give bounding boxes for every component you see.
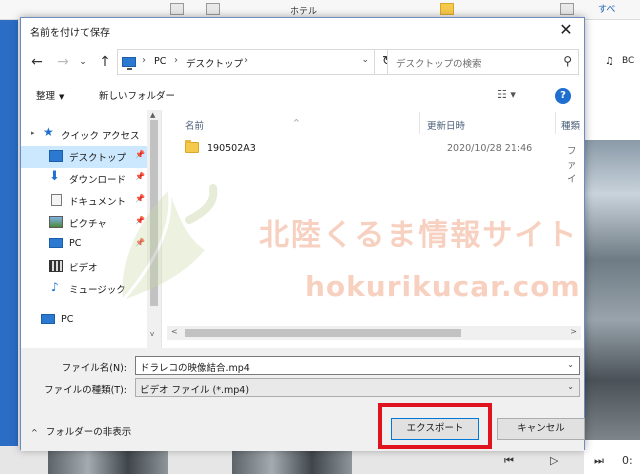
- organize-menu[interactable]: 整理 ▼: [36, 88, 64, 102]
- ribbon-folder-icon: [440, 3, 454, 15]
- save-as-dialog: 名前を付けて保存 ✕ ← → ⌄ ↑ › PC › デスクトップ › ⌄ ↻ デ…: [20, 17, 585, 451]
- ribbon-text: ホテル: [290, 7, 318, 17]
- breadcrumb-pc[interactable]: PC: [154, 56, 166, 67]
- view-options-icon[interactable]: ☷ ▾: [497, 88, 516, 101]
- recent-locations-dropdown[interactable]: ⌄: [73, 52, 93, 72]
- hide-folders-label: フォルダーの非表示: [45, 427, 132, 438]
- filetype-select[interactable]: ビデオ ファイル (*.mp4) ⌄: [135, 378, 580, 397]
- ribbon-icon: [560, 3, 574, 15]
- column-label: 更新日時: [427, 121, 466, 132]
- address-dropdown-icon[interactable]: ⌄: [361, 55, 369, 65]
- video-thumbnail: [232, 448, 352, 474]
- video-icon: [49, 260, 63, 272]
- column-label: 種類: [561, 121, 581, 132]
- filename-value: ドラレコの映像結合.mp4: [140, 363, 250, 374]
- column-label: 名前: [185, 121, 205, 132]
- hide-folders-button[interactable]: ^ フォルダーの非表示: [31, 424, 131, 438]
- chevron-down-icon[interactable]: ⌄: [567, 360, 574, 369]
- watermark-url: hokurikucar.com: [305, 270, 581, 303]
- watermark-title: 北陸くるま情報サイト: [259, 218, 579, 253]
- forward-button[interactable]: →: [53, 52, 73, 72]
- video-thumbnail: [48, 448, 168, 474]
- file-type: ファイ: [567, 146, 577, 185]
- tree-label: クイック アクセス: [61, 131, 140, 142]
- file-name: 190502A3: [207, 143, 256, 154]
- previous-icon: ⏮: [504, 454, 514, 467]
- close-button[interactable]: ✕: [548, 18, 584, 44]
- pin-icon: 📌: [135, 150, 145, 159]
- ribbon-icon: [170, 3, 184, 15]
- tree-item-quick-access[interactable]: ▸ ★ クイック アクセス: [21, 124, 147, 146]
- organize-label: 整理: [36, 91, 56, 102]
- ribbon-icon: [206, 3, 220, 15]
- background-top-right-text: すべ: [598, 5, 616, 15]
- pc-icon: [49, 238, 63, 248]
- filetype-value: ビデオ ファイル (*.mp4): [140, 385, 250, 396]
- pc-icon: [41, 314, 55, 324]
- music-icon: ♫: [605, 56, 614, 67]
- back-button[interactable]: ←: [27, 52, 47, 72]
- background-music-text: BC: [622, 56, 635, 66]
- search-placeholder: デスクトップの検索: [396, 59, 482, 70]
- scrollbar-thumb[interactable]: [185, 329, 461, 337]
- address-bar[interactable]: › PC › デスクトップ › ⌄: [117, 49, 375, 75]
- help-icon[interactable]: ?: [555, 88, 571, 104]
- new-folder-button[interactable]: 新しいフォルダー: [99, 88, 175, 102]
- title-bar: 名前を付けて保存 ✕: [21, 18, 584, 44]
- document-icon: [51, 194, 62, 206]
- filetype-label: ファイルの種類(T):: [44, 385, 127, 396]
- tree-label: ピクチャ: [69, 219, 107, 230]
- breadcrumb-desktop[interactable]: デスクトップ: [186, 56, 243, 70]
- search-icon[interactable]: ⚲: [563, 54, 572, 68]
- picture-icon: [49, 216, 63, 228]
- watermark-logo: [121, 184, 218, 301]
- file-modified: 2020/10/28 21:46: [447, 143, 533, 154]
- chevron-down-icon: ▼: [59, 93, 65, 101]
- scroll-right-icon[interactable]: >: [570, 327, 577, 336]
- background-video-frame: [584, 140, 640, 440]
- next-icon: ⏭: [594, 454, 604, 467]
- navigation-bar: ← → ⌄ ↑ › PC › デスクトップ › ⌄ ↻ デスクトップの検索 ⚲: [21, 44, 584, 80]
- download-icon: ⬇: [49, 169, 60, 184]
- pc-icon: [122, 57, 136, 70]
- tree-label: デスクトップ: [69, 153, 127, 164]
- column-header-type[interactable]: 種類: [555, 110, 581, 136]
- annotation-highlight-box: [378, 403, 492, 449]
- column-header-modified[interactable]: 更新日時: [419, 110, 555, 136]
- star-icon: ★: [43, 125, 54, 139]
- file-row[interactable]: 190502A3 2020/10/28 21:46 ファイ: [173, 138, 581, 185]
- background-left-strip: [0, 20, 18, 446]
- filename-label: ファイル名(N):: [61, 363, 127, 374]
- tree-label: PC: [61, 314, 74, 325]
- chevron-down-icon[interactable]: ⌄: [567, 382, 574, 391]
- chevron-up-icon: ^: [31, 428, 38, 437]
- expand-icon[interactable]: ▸: [31, 129, 35, 137]
- tree-label: ビデオ: [69, 263, 98, 274]
- cancel-button[interactable]: キャンセル: [497, 418, 585, 440]
- scroll-left-icon[interactable]: <: [171, 327, 178, 336]
- breadcrumb-separator: ›: [244, 55, 248, 66]
- filename-input[interactable]: ドラレコの映像結合.mp4 ⌄: [135, 356, 580, 375]
- horizontal-scrollbar[interactable]: < >: [167, 326, 581, 340]
- up-button[interactable]: ↑: [95, 52, 115, 72]
- music-icon: ♪: [51, 280, 59, 294]
- desktop-icon: [49, 150, 63, 162]
- command-bar: 整理 ▼ 新しいフォルダー ☷ ▾ ?: [21, 80, 584, 110]
- folder-icon: [185, 140, 199, 153]
- search-input[interactable]: デスクトップの検索 ⚲: [387, 49, 579, 75]
- dialog-title: 名前を付けて保存: [30, 28, 110, 39]
- sort-icon: ^: [293, 118, 300, 127]
- column-header-name[interactable]: 名前 ^: [167, 110, 419, 136]
- player-time: 0:: [622, 454, 633, 467]
- tree-label: PC: [69, 238, 82, 249]
- tree-item-desktop[interactable]: デスクトップ 📌: [21, 146, 147, 168]
- play-icon: ▷: [550, 454, 559, 467]
- breadcrumb-separator: ›: [174, 55, 178, 66]
- scroll-up-icon[interactable]: ▲: [150, 111, 155, 119]
- breadcrumb-separator: ›: [142, 55, 146, 66]
